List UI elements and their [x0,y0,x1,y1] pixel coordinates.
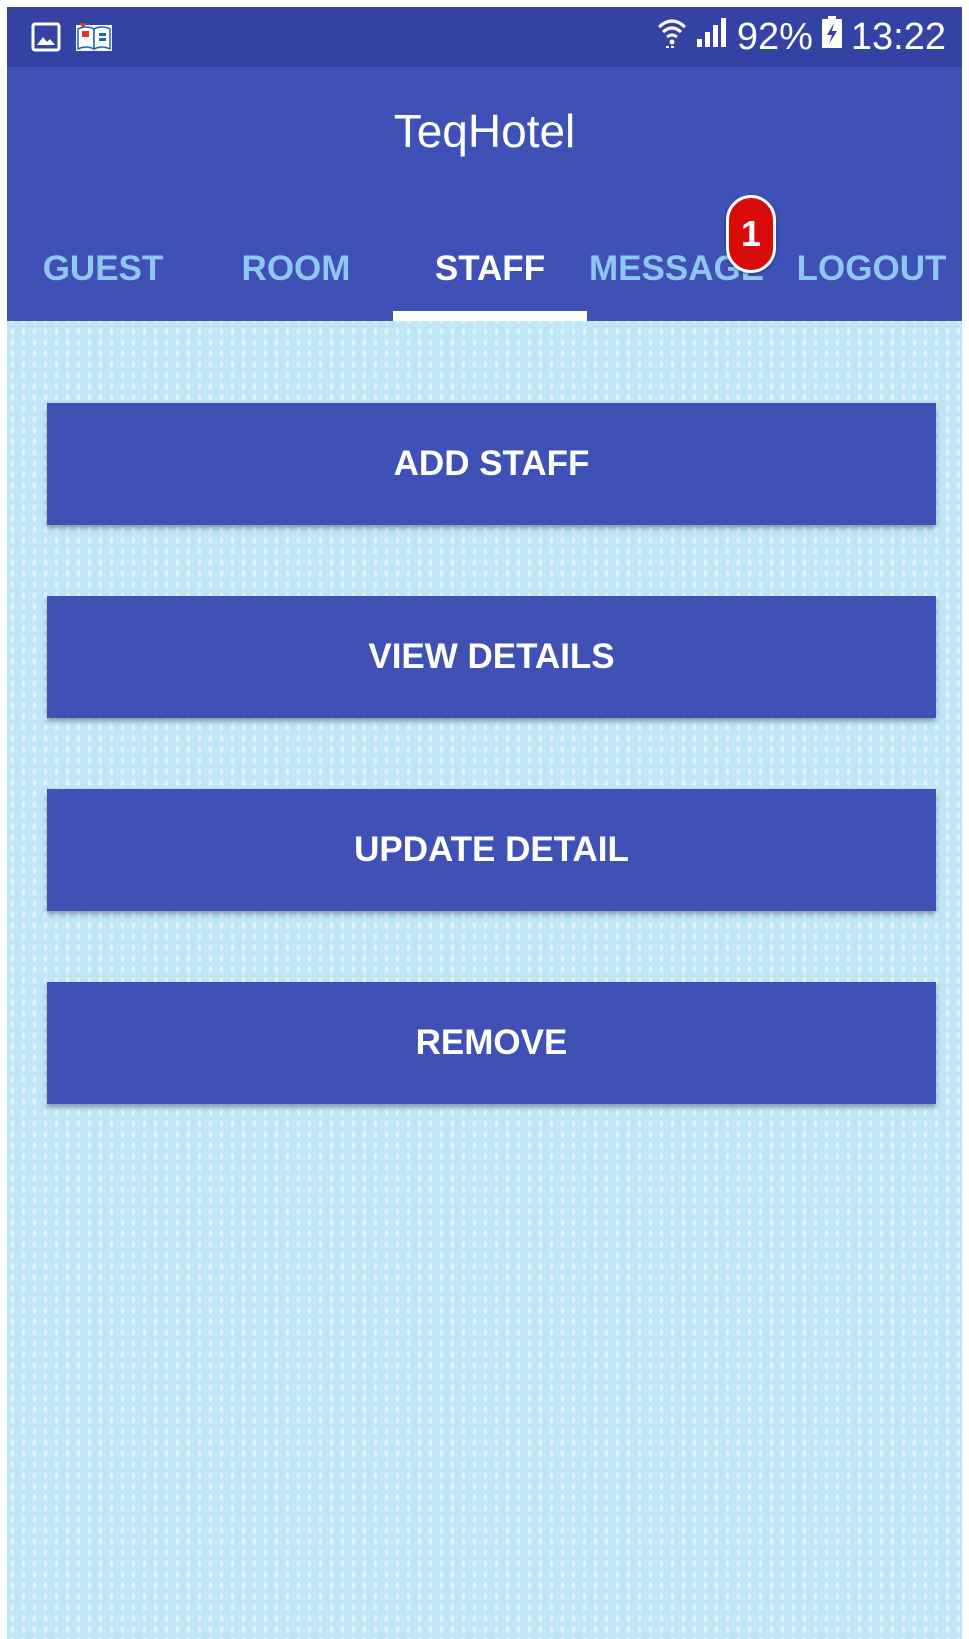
remove-button[interactable]: REMOVE [47,982,936,1104]
signal-icon [695,13,729,61]
view-details-button[interactable]: VIEW DETAILS [47,596,936,718]
app-title: TeqHotel [393,105,576,157]
tab-logout[interactable]: LOGOUT [781,217,962,321]
tab-guest[interactable]: GUEST [7,217,199,321]
tab-bar: GUEST ROOM STAFF MESSAGE LOGOUT [7,217,962,321]
message-count-badge: 1 [726,195,776,273]
app-screen: 92% 13:22 TeqHotel GUEST ROOM STAFF MESS… [7,7,962,1639]
update-detail-button[interactable]: UPDATE DETAIL [47,789,936,911]
status-bar: 92% 13:22 [7,7,962,67]
wifi-icon [657,13,687,61]
active-tab-indicator [393,311,587,321]
tab-staff[interactable]: STAFF [393,217,587,321]
book-app-icon [75,21,113,58]
tab-room[interactable]: ROOM [199,217,393,321]
add-staff-button[interactable]: ADD STAFF [47,403,936,525]
clock: 13:22 [850,16,946,58]
app-bar: TeqHotel GUEST ROOM STAFF MESSAGE LOGOUT… [7,67,962,321]
gallery-icon [31,22,61,57]
battery-percent: 92% [736,16,813,58]
status-bar-notifications [31,21,113,58]
battery-charging-icon [821,13,843,61]
status-bar-system: 92% 13:22 [657,13,946,61]
